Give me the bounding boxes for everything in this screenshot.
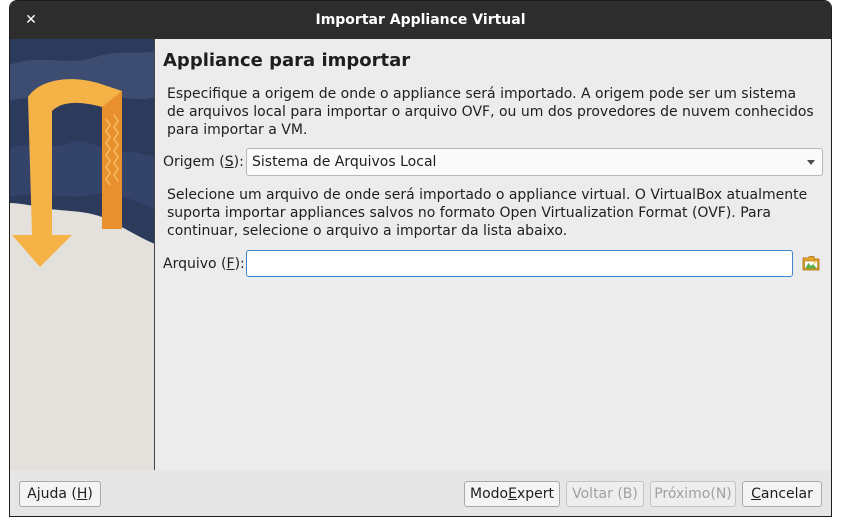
origin-select-value: Sistema de Arquivos Local — [252, 154, 437, 170]
instructions-text: Selecione um arquivo de onde será import… — [167, 187, 808, 239]
back-button[interactable]: Voltar (B) — [566, 481, 644, 507]
chevron-down-icon — [807, 160, 815, 165]
help-label-key: H — [76, 486, 88, 502]
dialog-body: Appliance para importar Especifique a or… — [10, 39, 831, 470]
cancel-label-post: ancelar — [760, 486, 813, 502]
origin-label-pre: Origem ( — [163, 154, 225, 170]
page-title: Appliance para importar — [163, 50, 411, 71]
next-button[interactable]: Próximo(N) — [650, 481, 736, 507]
help-button[interactable]: Ajuda (H) — [19, 481, 101, 507]
folder-open-icon[interactable] — [802, 254, 820, 272]
wizard-content: Appliance para importar Especifique a or… — [161, 39, 831, 470]
import-appliance-dialog: ✕ Importar Appliance Virtual Appliance p… — [9, 0, 832, 517]
file-label: Arquivo (F): — [163, 256, 245, 272]
file-label-pre: Arquivo ( — [163, 256, 227, 272]
intro-text: Especifique a origem de onde o appliance… — [167, 86, 814, 138]
help-label-pre: Ajuda ( — [27, 486, 77, 502]
window-title: Importar Appliance Virtual — [315, 12, 526, 28]
cancel-button[interactable]: Cancelar — [742, 481, 822, 507]
expert-label-pre: Modo — [470, 486, 509, 502]
expert-mode-button[interactable]: Modo Expert — [464, 481, 560, 507]
wizard-sidebar-image — [10, 39, 155, 470]
button-bar: Ajuda (H) Modo Expert Voltar (B) Próximo… — [10, 470, 831, 516]
file-path-input[interactable] — [246, 250, 793, 277]
origin-label-post: ): — [233, 154, 244, 170]
import-arrow-illustration — [10, 39, 154, 470]
close-icon[interactable]: ✕ — [18, 7, 44, 33]
origin-label: Origem (S): — [163, 154, 244, 170]
title-bar: ✕ Importar Appliance Virtual — [10, 1, 831, 39]
origin-label-key: S — [224, 154, 234, 170]
expert-label-post: xpert — [516, 486, 554, 502]
file-label-post: ): — [234, 256, 245, 272]
folder-open-icon-graphic — [802, 256, 820, 271]
expert-label-key: E — [508, 486, 517, 502]
file-label-key: F — [226, 256, 235, 272]
help-label-post: ) — [87, 486, 93, 502]
cancel-label-key: C — [751, 486, 761, 502]
origin-select[interactable]: Sistema de Arquivos Local — [246, 148, 823, 176]
